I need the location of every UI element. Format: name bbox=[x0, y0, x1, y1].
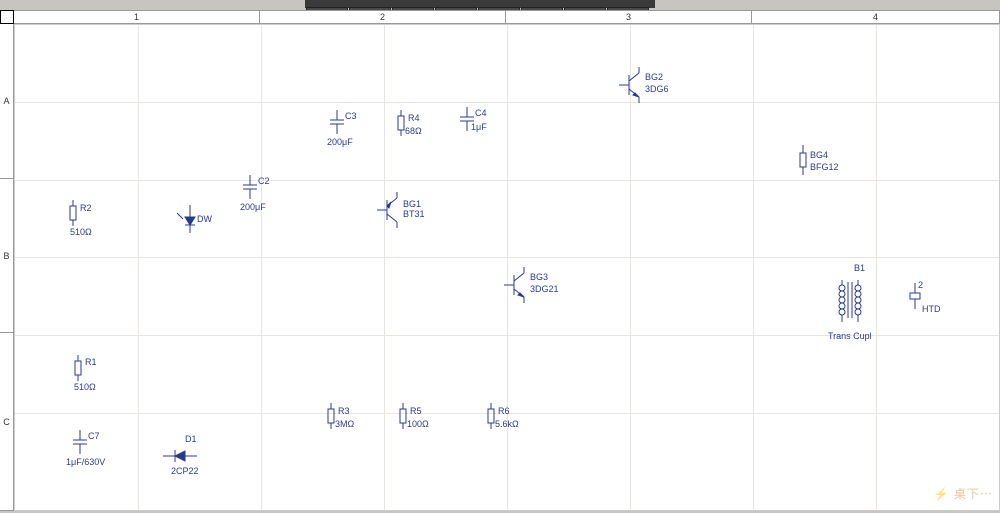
val-label: 200μF bbox=[327, 138, 353, 148]
ruler-row: C bbox=[0, 333, 13, 511]
ref-label: C2 bbox=[258, 177, 270, 187]
val-label: Trans Cupl bbox=[828, 332, 872, 342]
val-label: 5.6kΩ bbox=[495, 420, 519, 430]
ruler-col: 2 bbox=[260, 11, 506, 23]
val-label: 2CP22 bbox=[171, 467, 199, 477]
ref-label: C4 bbox=[475, 109, 487, 119]
ruler-corner bbox=[0, 10, 14, 24]
ruler-row: A bbox=[0, 24, 13, 179]
ref-label: R6 bbox=[498, 407, 510, 417]
val-label: 68Ω bbox=[405, 127, 422, 137]
val-label: BT31 bbox=[403, 210, 425, 220]
ref-label: B1 bbox=[854, 264, 865, 274]
ruler-rows: A B C bbox=[0, 24, 14, 511]
ruler-col: 1 bbox=[14, 11, 260, 23]
ruler-row: B bbox=[0, 179, 13, 334]
ref-label: BG3 bbox=[530, 273, 548, 283]
ruler-col: 3 bbox=[506, 11, 752, 23]
val-label: 1μF bbox=[471, 123, 487, 133]
val-label: 3MΩ bbox=[335, 420, 354, 430]
val-label: BFG12 bbox=[810, 163, 839, 173]
ref-label: C3 bbox=[345, 112, 357, 122]
val-label: 1μF/630V bbox=[66, 458, 105, 468]
ref-label: HTD bbox=[922, 305, 941, 315]
ref-label: R4 bbox=[408, 114, 420, 124]
val-label: 3DG21 bbox=[530, 285, 559, 295]
ruler-columns: 1 2 3 4 bbox=[14, 10, 1000, 24]
val-label: 510Ω bbox=[74, 383, 96, 393]
ref-label: R2 bbox=[80, 204, 92, 214]
ref-label: R5 bbox=[410, 407, 422, 417]
watermark: ⚡ 桌下⋯ bbox=[934, 485, 993, 502]
val-label: 200μF bbox=[240, 203, 266, 213]
ref-label: R3 bbox=[338, 407, 350, 417]
schematic-canvas[interactable]: R2 510Ω DW C2 200μF C3 200μF R4 68Ω C4 1… bbox=[14, 24, 1000, 511]
ref-label: DW bbox=[197, 215, 212, 225]
val-label: 100Ω bbox=[407, 420, 429, 430]
title-bar-segments bbox=[305, 0, 655, 8]
ruler-col: 4 bbox=[752, 11, 1000, 23]
ref-label: BG4 bbox=[810, 151, 828, 161]
ref-label: C7 bbox=[88, 432, 100, 442]
ref-label: R1 bbox=[85, 358, 97, 368]
ref-label: D1 bbox=[185, 435, 197, 445]
pin-label: 2 bbox=[918, 281, 923, 291]
val-label: 510Ω bbox=[70, 228, 92, 238]
ref-label: BG2 bbox=[645, 73, 663, 83]
val-label: 3DG6 bbox=[645, 85, 669, 95]
